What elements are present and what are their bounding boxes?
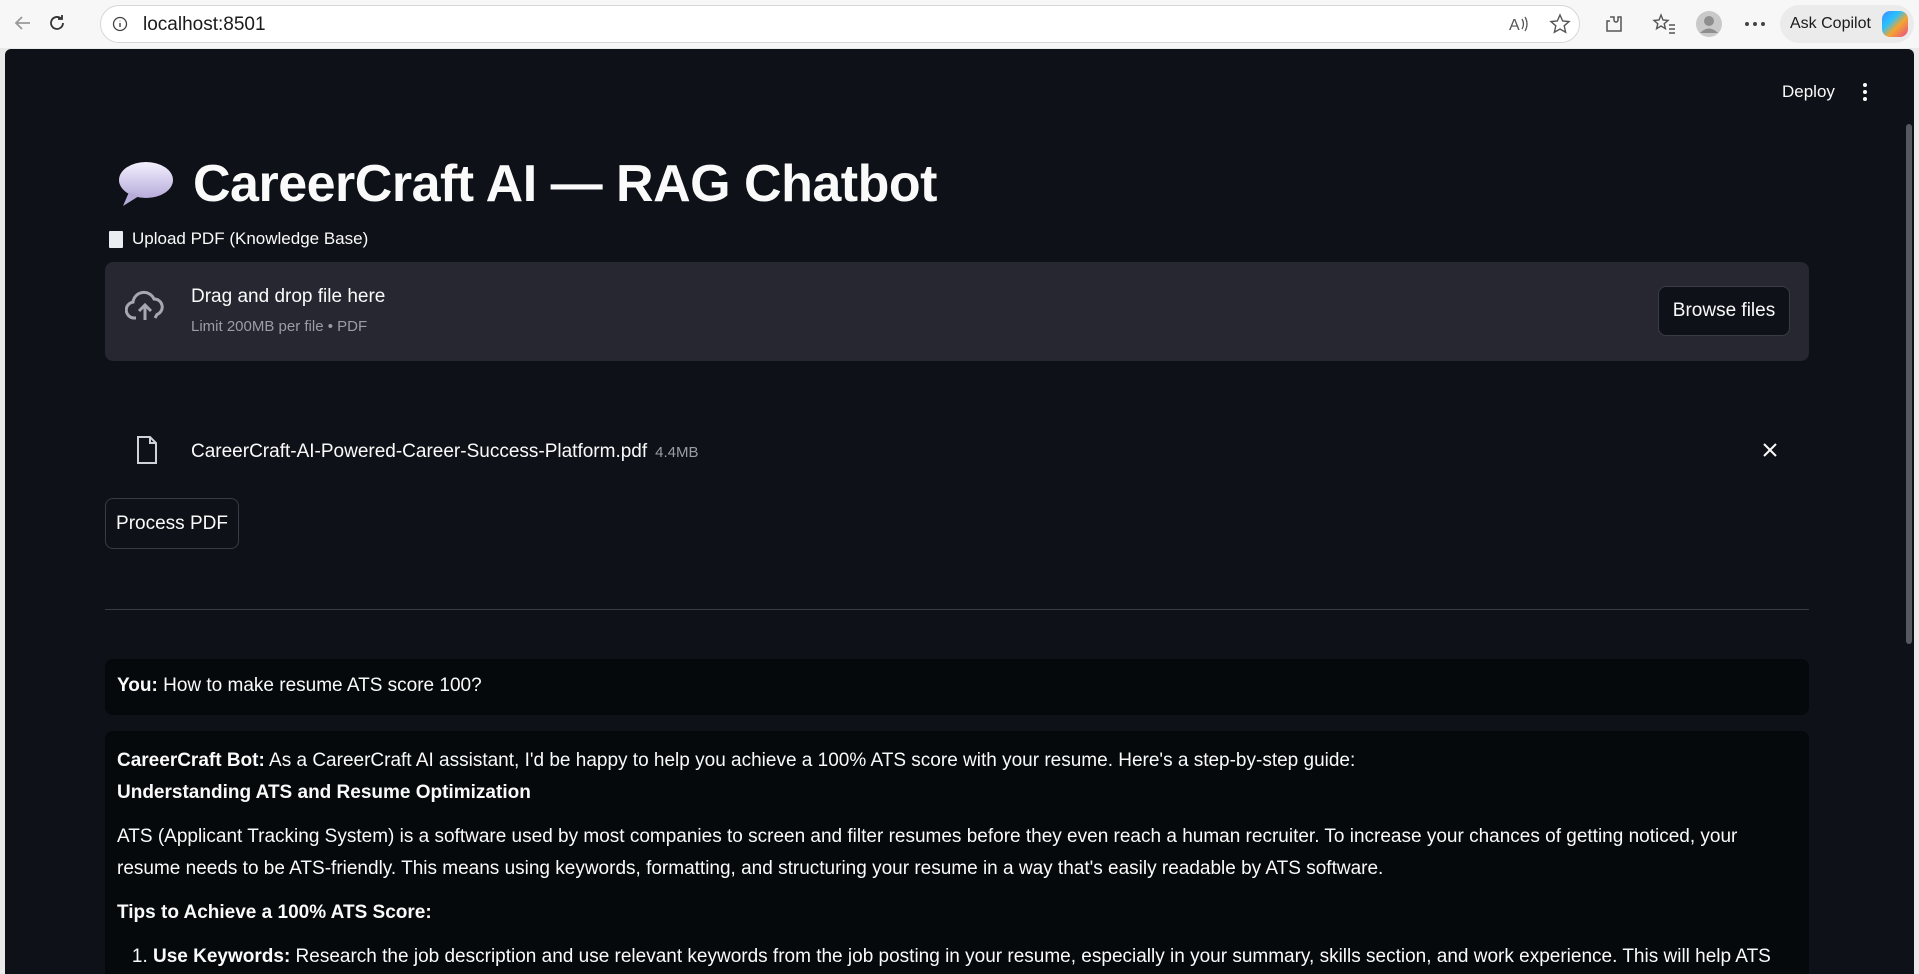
speech-bubble-icon — [119, 162, 173, 206]
document-icon — [109, 230, 123, 248]
deploy-button[interactable]: Deploy — [1782, 82, 1835, 102]
profile-avatar-icon[interactable] — [1695, 10, 1723, 38]
user-prefix: You: — [117, 675, 158, 696]
cloud-upload-icon — [125, 290, 164, 320]
bot-heading-text: Understanding ATS and Resume Optimizatio… — [117, 782, 531, 803]
bot-paragraph: ATS (Applicant Tracking System) is a sof… — [117, 826, 1738, 879]
read-aloud-icon[interactable]: A — [1505, 10, 1533, 38]
site-info-icon[interactable] — [112, 16, 128, 32]
file-name: CareerCraft-AI-Powered-Career-Success-Pl… — [191, 441, 648, 462]
remove-file-icon[interactable] — [1761, 441, 1779, 459]
back-button[interactable] — [6, 6, 40, 40]
bot-tips-list: Use Keywords: Research the job descripti… — [117, 941, 1797, 974]
process-pdf-button[interactable]: Process PDF — [105, 498, 239, 549]
extensions-icon[interactable] — [1600, 10, 1628, 38]
bot-prefix: CareerCraft Bot: — [117, 750, 265, 771]
browser-toolbar: localhost:8501 A Ask Copilot — [0, 0, 1919, 48]
ask-copilot-label: Ask Copilot — [1790, 15, 1871, 32]
file-size: 4.4MB — [655, 444, 699, 461]
tip-title: Use Keywords: — [153, 946, 291, 967]
svg-text:A: A — [1509, 17, 1520, 34]
section-divider — [105, 609, 1809, 610]
ask-copilot-button[interactable]: Ask Copilot — [1780, 5, 1914, 43]
bot-heading: Understanding ATS and Resume Optimizatio… — [117, 777, 1797, 809]
page-title-row: CareerCraft AI — RAG Chatbot — [117, 144, 937, 224]
reload-button[interactable] — [40, 6, 74, 40]
uploaded-file-row: CareerCraft-AI-Powered-Career-Success-Pl… — [105, 429, 1809, 477]
main-menu-icon[interactable] — [1862, 83, 1868, 103]
collections-icon[interactable] — [1650, 10, 1678, 38]
upload-label: Upload PDF (Knowledge Base) — [109, 229, 368, 249]
copilot-icon — [1882, 11, 1908, 37]
app-viewport: Deploy CareerCraft AI — RAG Chatbot Uplo… — [5, 49, 1914, 974]
file-dropzone[interactable]: Drag and drop file here Limit 200MB per … — [105, 262, 1809, 361]
bot-intro-text: As a CareerCraft AI assistant, I'd be ha… — [264, 750, 1356, 771]
chat-message-bot: CareerCraft Bot: As a CareerCraft AI ass… — [105, 731, 1809, 974]
browse-files-button[interactable]: Browse files — [1658, 286, 1790, 336]
favorite-star-icon[interactable] — [1546, 10, 1574, 38]
reload-icon — [50, 15, 64, 30]
user-message-text: How to make resume ATS score 100? — [157, 675, 482, 696]
page-scrollbar[interactable] — [1906, 124, 1912, 644]
bot-intro: CareerCraft Bot: As a CareerCraft AI ass… — [117, 745, 1797, 777]
tip-text: Research the job description and use rel… — [295, 946, 1771, 967]
page-title: CareerCraft AI — RAG Chatbot — [193, 155, 937, 213]
url-text[interactable]: localhost:8501 — [143, 14, 266, 36]
dropzone-instruction: Drag and drop file here — [191, 286, 386, 307]
bot-tips-heading-text: Tips to Achieve a 100% ATS Score: — [117, 902, 432, 923]
file-name-line: CareerCraft-AI-Powered-Career-Success-Pl… — [191, 441, 699, 463]
bot-tip-item: Use Keywords: Research the job descripti… — [153, 941, 1797, 974]
address-bar[interactable]: localhost:8501 — [100, 5, 1580, 43]
back-arrow-icon — [14, 16, 30, 30]
chat-message-user: You: How to make resume ATS score 100? — [105, 659, 1809, 715]
upload-label-text: Upload PDF (Knowledge Base) — [132, 229, 369, 248]
dropzone-limit: Limit 200MB per file • PDF — [191, 318, 368, 335]
file-icon — [137, 436, 157, 464]
bot-tips-heading: Tips to Achieve a 100% ATS Score: — [117, 897, 1797, 929]
more-options-icon[interactable] — [1741, 10, 1769, 38]
